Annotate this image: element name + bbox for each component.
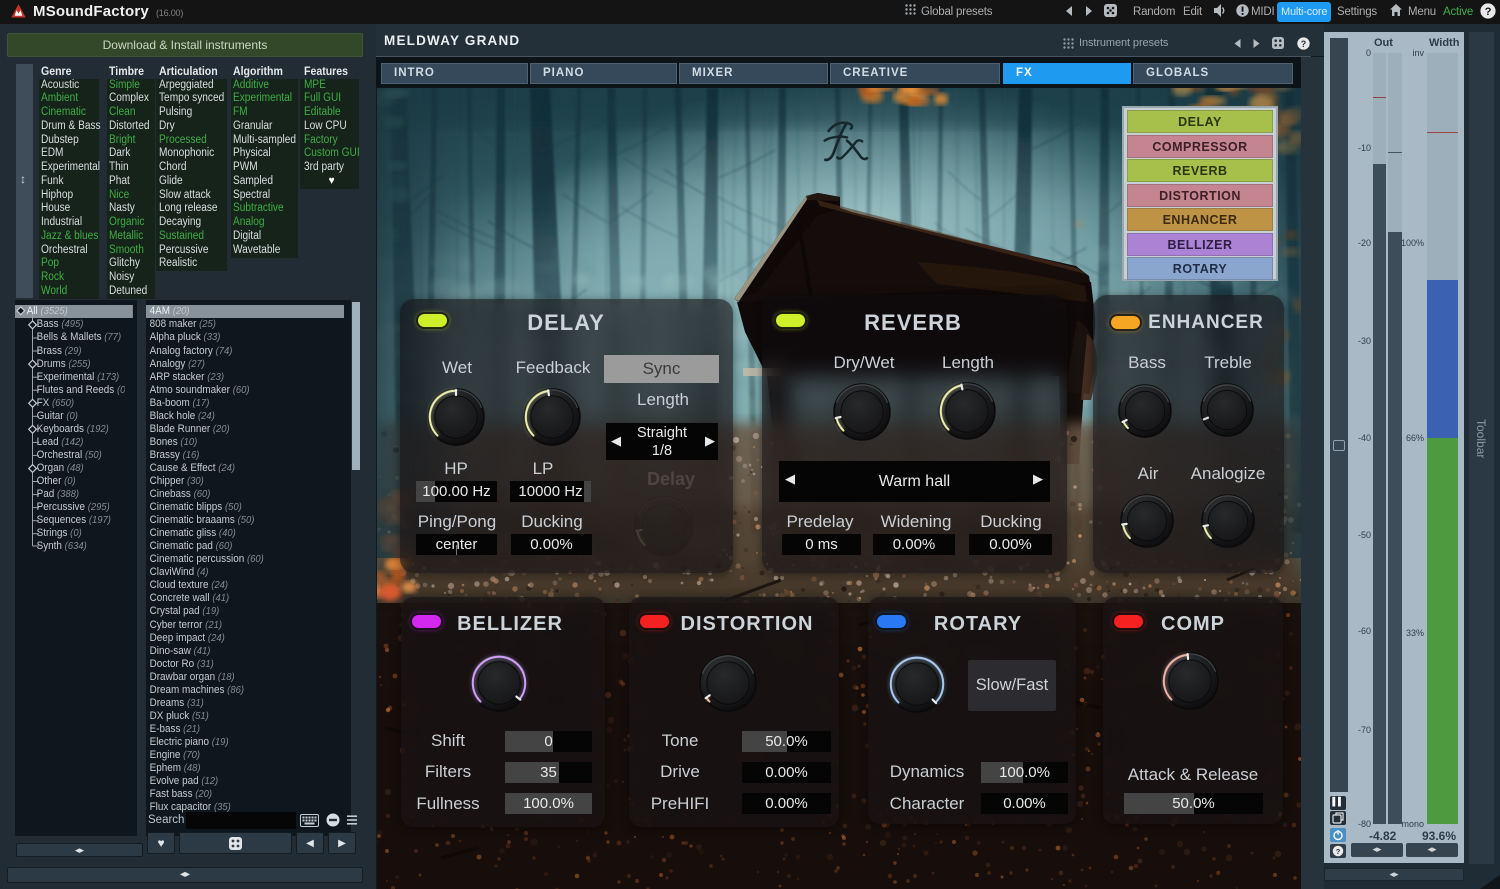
svg-text:?: ?	[1336, 847, 1341, 856]
svg-text:?: ?	[1485, 6, 1492, 18]
svg-text:?: ?	[1301, 39, 1306, 49]
